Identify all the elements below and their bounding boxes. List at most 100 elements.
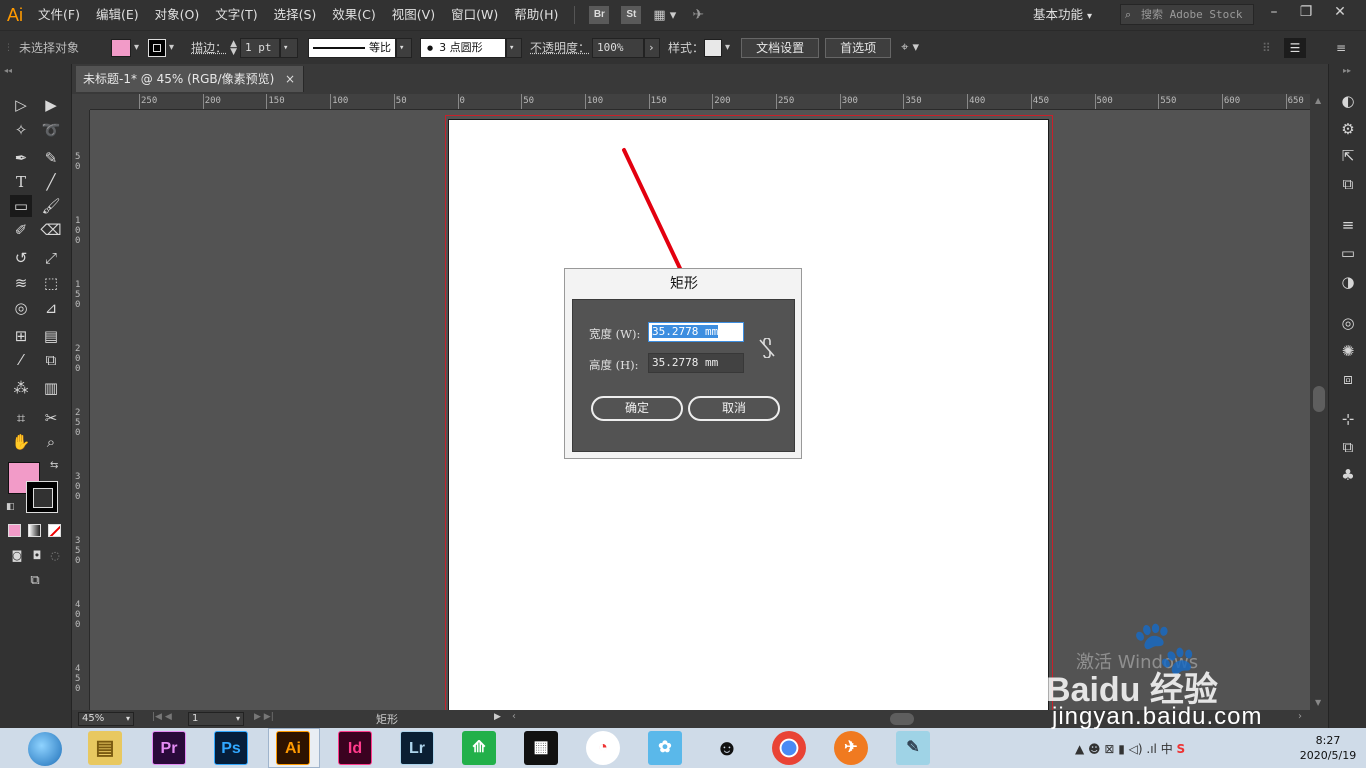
- color-panel-icon[interactable]: ◐: [1338, 91, 1358, 111]
- system-tray[interactable]: ▲ ☻ ⊠ ▮ ◁) .ıl 中 S: [1075, 740, 1185, 757]
- zoom-field[interactable]: 45% ▾: [78, 712, 134, 726]
- menu-window[interactable]: 窗口(W): [443, 0, 506, 30]
- default-colors-icon[interactable]: ◧: [6, 502, 15, 512]
- status-menu-arrow[interactable]: ▶: [494, 712, 501, 722]
- type-tool-icon[interactable]: T: [10, 171, 32, 193]
- first-artboard-icon[interactable]: |◀ ◀: [152, 712, 172, 722]
- symbols-panel-icon[interactable]: ♣: [1338, 465, 1358, 485]
- orange-app-icon[interactable]: ✈: [834, 731, 868, 765]
- swap-colors-icon[interactable]: ⇆: [50, 460, 58, 471]
- premiere-app[interactable]: Pr: [152, 731, 186, 765]
- illustrator-app[interactable]: Ai: [276, 731, 310, 765]
- menu-view[interactable]: 视图(V): [384, 0, 443, 30]
- start-button-icon[interactable]: [28, 732, 62, 766]
- curvature-tool-icon[interactable]: ✎: [40, 147, 62, 169]
- perspective-grid-tool-icon[interactable]: ⊿: [40, 297, 62, 319]
- panel-menu-icon[interactable]: ≡: [1336, 41, 1346, 55]
- mesh-tool-icon[interactable]: ⊞: [10, 325, 32, 347]
- indesign-app[interactable]: Id: [338, 731, 372, 765]
- menu-edit[interactable]: 编辑(E): [88, 0, 147, 30]
- opacity-label[interactable]: 不透明度：: [530, 39, 590, 56]
- sogou-icon[interactable]: S: [1177, 742, 1186, 756]
- notes-app-icon[interactable]: ✎: [896, 731, 930, 765]
- expand-panels-icon[interactable]: ▸▸: [1343, 66, 1351, 75]
- column-graph-tool-icon[interactable]: ▥: [40, 377, 62, 399]
- pathfinder-panel-icon[interactable]: ⧉: [1338, 437, 1358, 457]
- menu-help[interactable]: 帮助(H): [506, 0, 566, 30]
- collapse-panel-icon[interactable]: ◂◂: [4, 66, 12, 75]
- panel-options-icon[interactable]: ☰: [1284, 37, 1306, 58]
- menu-effect[interactable]: 效果(C): [324, 0, 383, 30]
- menu-file[interactable]: 文件(F): [30, 0, 88, 30]
- colorful-app-icon[interactable]: ◔: [586, 731, 620, 765]
- scroll-right-arrow[interactable]: ›: [1298, 711, 1302, 722]
- clock[interactable]: 8:27 2020/5/19: [1294, 733, 1362, 763]
- scroll-down-arrow[interactable]: ▼: [1315, 698, 1321, 707]
- gradient-tool-icon[interactable]: ▤: [40, 325, 62, 347]
- align-options-icon[interactable]: ⌖ ▾: [901, 40, 919, 55]
- vertical-scroll-thumb[interactable]: [1313, 386, 1325, 412]
- scroll-up-arrow[interactable]: ▲: [1315, 96, 1321, 105]
- vertical-ruler[interactable]: 50 100 150 200 250 300 350 400 450: [72, 110, 90, 710]
- variable-width-profile[interactable]: 等比: [308, 37, 396, 58]
- arrange-icon[interactable]: ⠿: [1262, 41, 1271, 55]
- horizontal-ruler[interactable]: 250 200 150 100 50 0 50 100 150 200 250 300 350 400 45…: [90, 94, 1310, 110]
- line-tool-icon[interactable]: ╱: [40, 171, 62, 193]
- rotate-tool-icon[interactable]: ↺: [10, 247, 32, 269]
- menu-select[interactable]: 选择(S): [266, 0, 325, 30]
- green-app-icon[interactable]: ⟰: [462, 731, 496, 765]
- stroke-profile-dropdown[interactable]: ▾: [396, 37, 412, 58]
- stroke-dropdown-icon[interactable]: ▾: [169, 42, 174, 53]
- stroke-stepper-icon[interactable]: ▲ ▼: [230, 39, 237, 56]
- qq-penguin-icon[interactable]: ☻: [710, 731, 744, 765]
- close-window-button[interactable]: ✕: [1324, 2, 1356, 22]
- width-tool-icon[interactable]: ≋: [10, 272, 32, 294]
- artboard-number-field[interactable]: 1 ▾: [188, 712, 244, 726]
- photoshop-app[interactable]: Ps: [214, 731, 248, 765]
- direct-selection-tool-icon[interactable]: ▶: [40, 94, 62, 116]
- video-editor-icon[interactable]: ▦: [524, 731, 558, 765]
- brush-dropdown[interactable]: ▾: [506, 37, 522, 58]
- horizontal-scroll-thumb[interactable]: [890, 713, 914, 725]
- pen-tool-icon[interactable]: ✒: [10, 147, 32, 169]
- eraser-tool-icon[interactable]: ⌫: [40, 219, 62, 241]
- menu-object[interactable]: 对象(O): [147, 0, 208, 30]
- slice-tool-icon[interactable]: ✂: [40, 407, 62, 429]
- opacity-arrow[interactable]: ›: [644, 37, 661, 58]
- style-dropdown-icon[interactable]: ▾: [725, 42, 730, 53]
- ok-button[interactable]: 确定: [591, 396, 683, 421]
- export-icon[interactable]: ⇱: [1338, 146, 1358, 166]
- symbol-sprayer-tool-icon[interactable]: ⁂: [10, 377, 32, 399]
- stroke-weight-input[interactable]: 1 pt: [240, 37, 280, 58]
- width-field[interactable]: 35.2778 mm: [648, 322, 744, 342]
- free-transform-tool-icon[interactable]: ⬚: [40, 272, 62, 294]
- stock-button[interactable]: St: [621, 6, 642, 24]
- constrain-proportions-icon[interactable]: [757, 337, 777, 360]
- draw-inside-icon[interactable]: ◌: [44, 545, 66, 567]
- document-tab[interactable]: 未标题-1* @ 45% (RGB/像素预览) ×: [76, 66, 304, 92]
- stroke-weight-dropdown[interactable]: ▾: [280, 37, 298, 58]
- workspace-switcher[interactable]: 基本功能 ▾: [1033, 4, 1092, 26]
- gpu-performance-icon[interactable]: ✈: [692, 7, 704, 23]
- screen-mode-icon[interactable]: ⧉: [24, 570, 46, 592]
- bridge-button[interactable]: Br: [589, 6, 610, 24]
- chrome-icon[interactable]: [772, 731, 806, 765]
- artboards-panel-icon[interactable]: ⧉: [1338, 174, 1358, 194]
- brush-definition[interactable]: ● 3 点圆形: [420, 37, 506, 58]
- zoom-tool-icon[interactable]: ⌕: [40, 431, 62, 453]
- ime-indicator[interactable]: 中: [1161, 742, 1173, 756]
- vertical-scrollbar[interactable]: ▲ ▼: [1310, 94, 1328, 710]
- opacity-input[interactable]: 100%: [592, 37, 645, 58]
- scale-tool-icon[interactable]: ⤢: [40, 247, 62, 269]
- style-swatch[interactable]: [704, 38, 723, 57]
- menu-type[interactable]: 文字(T): [207, 0, 265, 30]
- shape-builder-tool-icon[interactable]: ◎: [10, 297, 32, 319]
- stroke-panel-icon[interactable]: ≡: [1338, 215, 1358, 235]
- document-setup-button[interactable]: 文档设置: [741, 37, 820, 58]
- appearance-panel-icon[interactable]: ◎: [1338, 313, 1358, 333]
- none-mode-icon[interactable]: [48, 524, 61, 537]
- search-stock-input[interactable]: ⌕ 搜索 Adobe Stock: [1120, 4, 1254, 25]
- gradient-panel-icon[interactable]: ▭: [1338, 243, 1358, 263]
- hand-tool-icon[interactable]: ✋: [10, 431, 32, 453]
- eyedropper-tool-icon[interactable]: ⁄: [10, 349, 32, 371]
